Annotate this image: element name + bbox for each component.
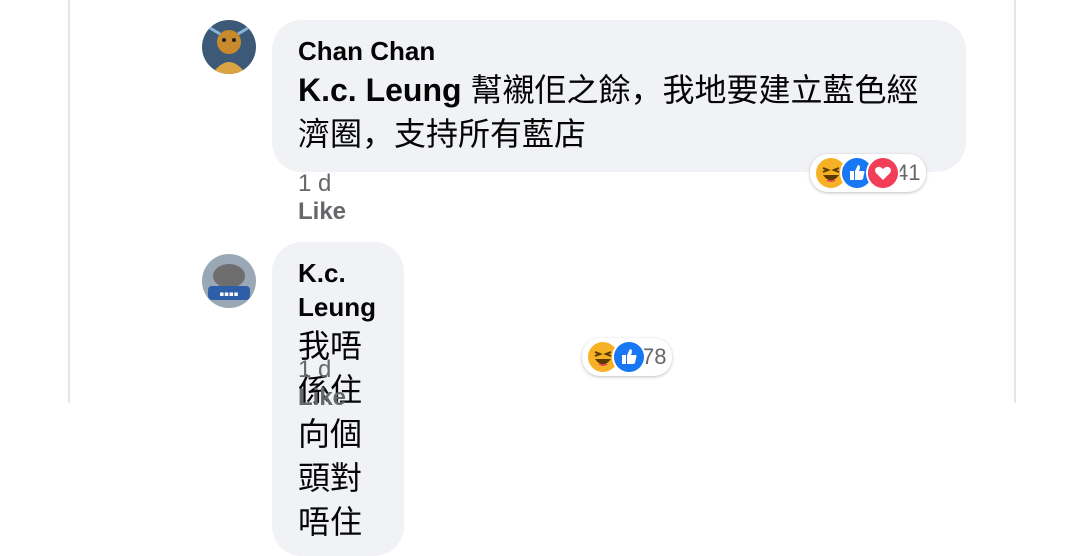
left-border-panel (0, 0, 70, 403)
comment-timestamp[interactable]: 1 d (298, 170, 374, 198)
reaction-summary[interactable]: 41 (810, 154, 927, 192)
avatar-chan-chan[interactable] (202, 20, 256, 74)
like-icon (612, 340, 646, 374)
comment-meta: 1 dLike (298, 356, 374, 412)
comment-author[interactable]: K.c. Leung (298, 256, 376, 324)
reaction-summary[interactable]: 78 (582, 338, 673, 376)
svg-text:▪▪▪▪: ▪▪▪▪ (220, 290, 239, 298)
avatar-kc-leung[interactable]: ▪▪▪▪ (202, 254, 256, 308)
comment-timestamp[interactable]: 1 d (298, 356, 374, 384)
comment-text: K.c. Leung 幫襯佢之餘，我地要建立藍色經濟圈，支持所有藍店 (298, 68, 938, 156)
comment-author[interactable]: Chan Chan (298, 34, 938, 68)
comment-meta: 1 dLike (298, 170, 374, 226)
love-icon (866, 156, 900, 190)
mention-link[interactable]: K.c. Leung (298, 72, 462, 108)
like-button[interactable]: Like (298, 384, 346, 411)
right-border-panel (1014, 0, 1080, 403)
comment-bubble: Chan Chan K.c. Leung 幫襯佢之餘，我地要建立藍色經濟圈，支持… (272, 20, 966, 172)
like-button[interactable]: Like (298, 198, 346, 225)
